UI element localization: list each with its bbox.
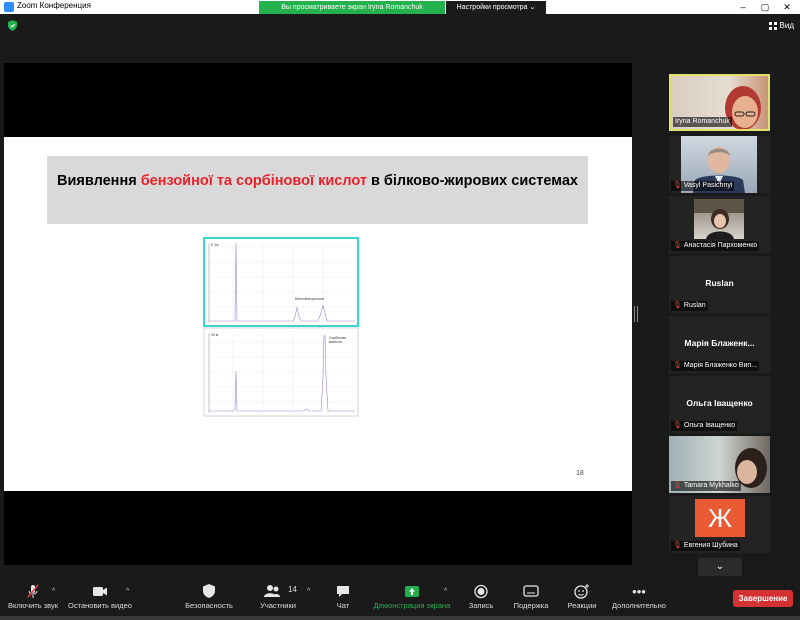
audio-options-caret[interactable]: ^ <box>52 588 55 595</box>
participant-video <box>694 199 744 239</box>
grid-view-icon <box>768 21 777 30</box>
security-label: Безопасность <box>185 601 233 610</box>
minimize-button[interactable]: – <box>732 0 754 14</box>
unmute-label: Включить звук <box>7 601 59 610</box>
captions-icon <box>508 584 554 599</box>
video-options-caret[interactable]: ^ <box>126 588 129 595</box>
participant-name: Евгения Шубина <box>683 542 738 549</box>
share-screen-button[interactable]: Демонстрация экрана <box>370 584 454 610</box>
more-label: Дополнительно <box>612 601 666 610</box>
participant-tile-iryna-romanchuk[interactable]: Iryna Romanchuk <box>669 74 770 131</box>
participant-name: Vasyl Pasichnyi <box>683 182 733 189</box>
encryption-shield-icon[interactable] <box>8 20 17 31</box>
view-options-label: Настройки просмотра <box>456 4 528 11</box>
participant-tile-ruslan[interactable]: Ruslan 🎙 Ruslan <box>669 256 770 313</box>
zoom-app-icon <box>4 2 14 12</box>
video-camera-icon <box>66 584 134 599</box>
slide-title: Виявлення бензойної та сорбінової кислот… <box>47 173 588 190</box>
end-meeting-button[interactable]: Завершение <box>733 590 793 607</box>
participant-name: Ruslan <box>683 302 706 309</box>
record-label: Запись <box>468 601 494 610</box>
window-titlebar: Zoom Конференция Вы просматриваете экран… <box>0 0 800 14</box>
participant-avatar: Ж <box>695 499 745 537</box>
mic-muted-icon: 🎙 <box>673 362 682 369</box>
chevron-down-icon: ⌄ <box>529 4 536 11</box>
more-dots-icon: ••• <box>632 584 646 599</box>
participant-name: Tamara Mykhalko <box>683 482 739 489</box>
slide-title-part-1: Виявлення <box>57 173 141 189</box>
window-title: Zoom Конференция <box>17 1 91 10</box>
chat-bubble-icon <box>328 584 358 599</box>
view-button-label: Вид <box>779 21 794 31</box>
maximize-button[interactable]: ▢ <box>754 0 776 14</box>
scroll-down-button[interactable]: ⌄ <box>698 558 742 576</box>
record-icon <box>464 584 498 599</box>
mic-muted-icon: 🎙 <box>673 182 682 189</box>
participant-name: Анастасія Пархоменко <box>683 242 758 249</box>
chat-label: Чат <box>336 601 350 610</box>
mic-muted-icon: 🎙 <box>673 242 682 249</box>
bottom-trace-tag: 29 м <box>211 333 219 337</box>
slide-title-part-2: в білково-жирових системах <box>366 173 578 189</box>
participant-name-bar: 🎙 Vasyl Pasichnyi <box>671 181 735 191</box>
mic-muted-icon: 🎙 <box>673 482 682 489</box>
shared-screen: Виявлення бензойної та сорбінової кислот… <box>4 63 632 565</box>
security-button[interactable]: Безопасность <box>180 584 238 610</box>
participant-tile-olha-ivashchenko[interactable]: Ольга Іващенко 🎙 Ольга Іващенко <box>669 376 770 433</box>
subtitles-label: Подержка <box>513 601 549 610</box>
presentation-slide: Виявлення бензойної та сорбінової кислот… <box>4 137 632 491</box>
participant-name-bar: 🎙 Евгения Шубина <box>671 541 740 551</box>
view-options-menu[interactable]: Настройки просмотра ⌄ <box>446 1 546 14</box>
record-button[interactable]: Запись <box>464 584 498 610</box>
share-screen-icon <box>370 584 454 599</box>
share-options-caret[interactable]: ^ <box>444 588 447 595</box>
participant-name-bar: 🎙 Ruslan <box>671 301 708 311</box>
participant-name-bar: 🎙 Анастасія Пархоменко <box>671 241 760 251</box>
chromatogram-image: Б 1м Бензойна кислота 29 м Сорбінова кис… <box>203 237 359 417</box>
participant-display-name: Ольга Іващенко <box>686 398 753 408</box>
participant-name: Марія Блаженко Вип... <box>683 362 757 369</box>
mic-muted-icon: 🎙 <box>673 542 682 549</box>
participant-tile-anastasiia-parkhomenko[interactable]: 🎙 Анастасія Пархоменко <box>669 196 770 253</box>
reactions-button[interactable]: Реакции <box>564 584 600 610</box>
participant-name-bar: 🎙 Марія Блаженко Вип... <box>671 361 759 371</box>
participants-count: 14 <box>288 585 297 594</box>
participant-name: Ольга Іващенко <box>683 422 736 429</box>
stop-video-label: Остановить видео <box>68 601 132 610</box>
more-button[interactable]: ••• Дополнительно <box>608 584 670 610</box>
mic-muted-icon: 🎙 <box>673 302 682 309</box>
participant-tile-mariia-blazhenko[interactable]: Марія Блаженк... 🎙 Марія Блаженко Вип... <box>669 316 770 373</box>
participant-name-bar: 🎙 Tamara Mykhalko <box>671 481 741 491</box>
close-button[interactable]: ✕ <box>776 0 798 14</box>
chat-button[interactable]: Чат <box>328 584 358 610</box>
smiley-plus-icon <box>564 584 600 599</box>
slide-title-box: Виявлення бензойної та сорбінової кислот… <box>47 156 588 224</box>
mic-muted-icon: 🎙 <box>673 422 682 429</box>
participants-label: Участники <box>260 601 296 610</box>
participant-tile-vasyl-pasichnyi[interactable]: 🎙 Vasyl Pasichnyi <box>669 136 770 193</box>
meeting-toolbar: Включить звук ^ Остановить видео ^ Безоп… <box>0 580 800 620</box>
reactions-label: Реакции <box>567 601 597 610</box>
participant-display-name: Ruslan <box>705 278 734 288</box>
slide-title-highlight: бензойної та сорбінової кислот <box>140 173 367 189</box>
taskbar-strip <box>0 616 800 620</box>
chevron-down-icon: ⌄ <box>715 561 725 572</box>
security-shield-icon <box>180 584 238 599</box>
participants-options-caret[interactable]: ^ <box>307 588 310 595</box>
sorbic-peak-label: Сорбінова кислота <box>329 336 346 344</box>
participant-tile-tamara-mykhalko[interactable]: 🎙 Tamara Mykhalko <box>669 436 770 493</box>
resize-handle[interactable] <box>634 306 638 322</box>
top-trace-tag: Б 1м <box>211 243 219 247</box>
subtitles-button[interactable]: Подержка <box>508 584 554 610</box>
slide-page-number: 18 <box>576 470 584 477</box>
share-screen-label: Демонстрация экрана <box>373 601 451 610</box>
participant-name: Iryna Romanchuk <box>673 117 732 127</box>
participant-name-bar: 🎙 Ольга Іващенко <box>671 421 738 431</box>
stop-video-button[interactable]: Остановить видео <box>66 584 134 610</box>
participant-display-name: Марія Блаженк... <box>684 338 755 348</box>
screen-share-banner: Вы просматриваете экран Iryna Romanchuk <box>259 1 445 14</box>
participant-tile-evgeniia-shubina[interactable]: Ж 🎙 Евгения Шубина <box>669 496 770 553</box>
benzoic-peak-label: Бензойна кислота <box>295 297 325 301</box>
view-button[interactable]: Вид <box>768 21 794 31</box>
